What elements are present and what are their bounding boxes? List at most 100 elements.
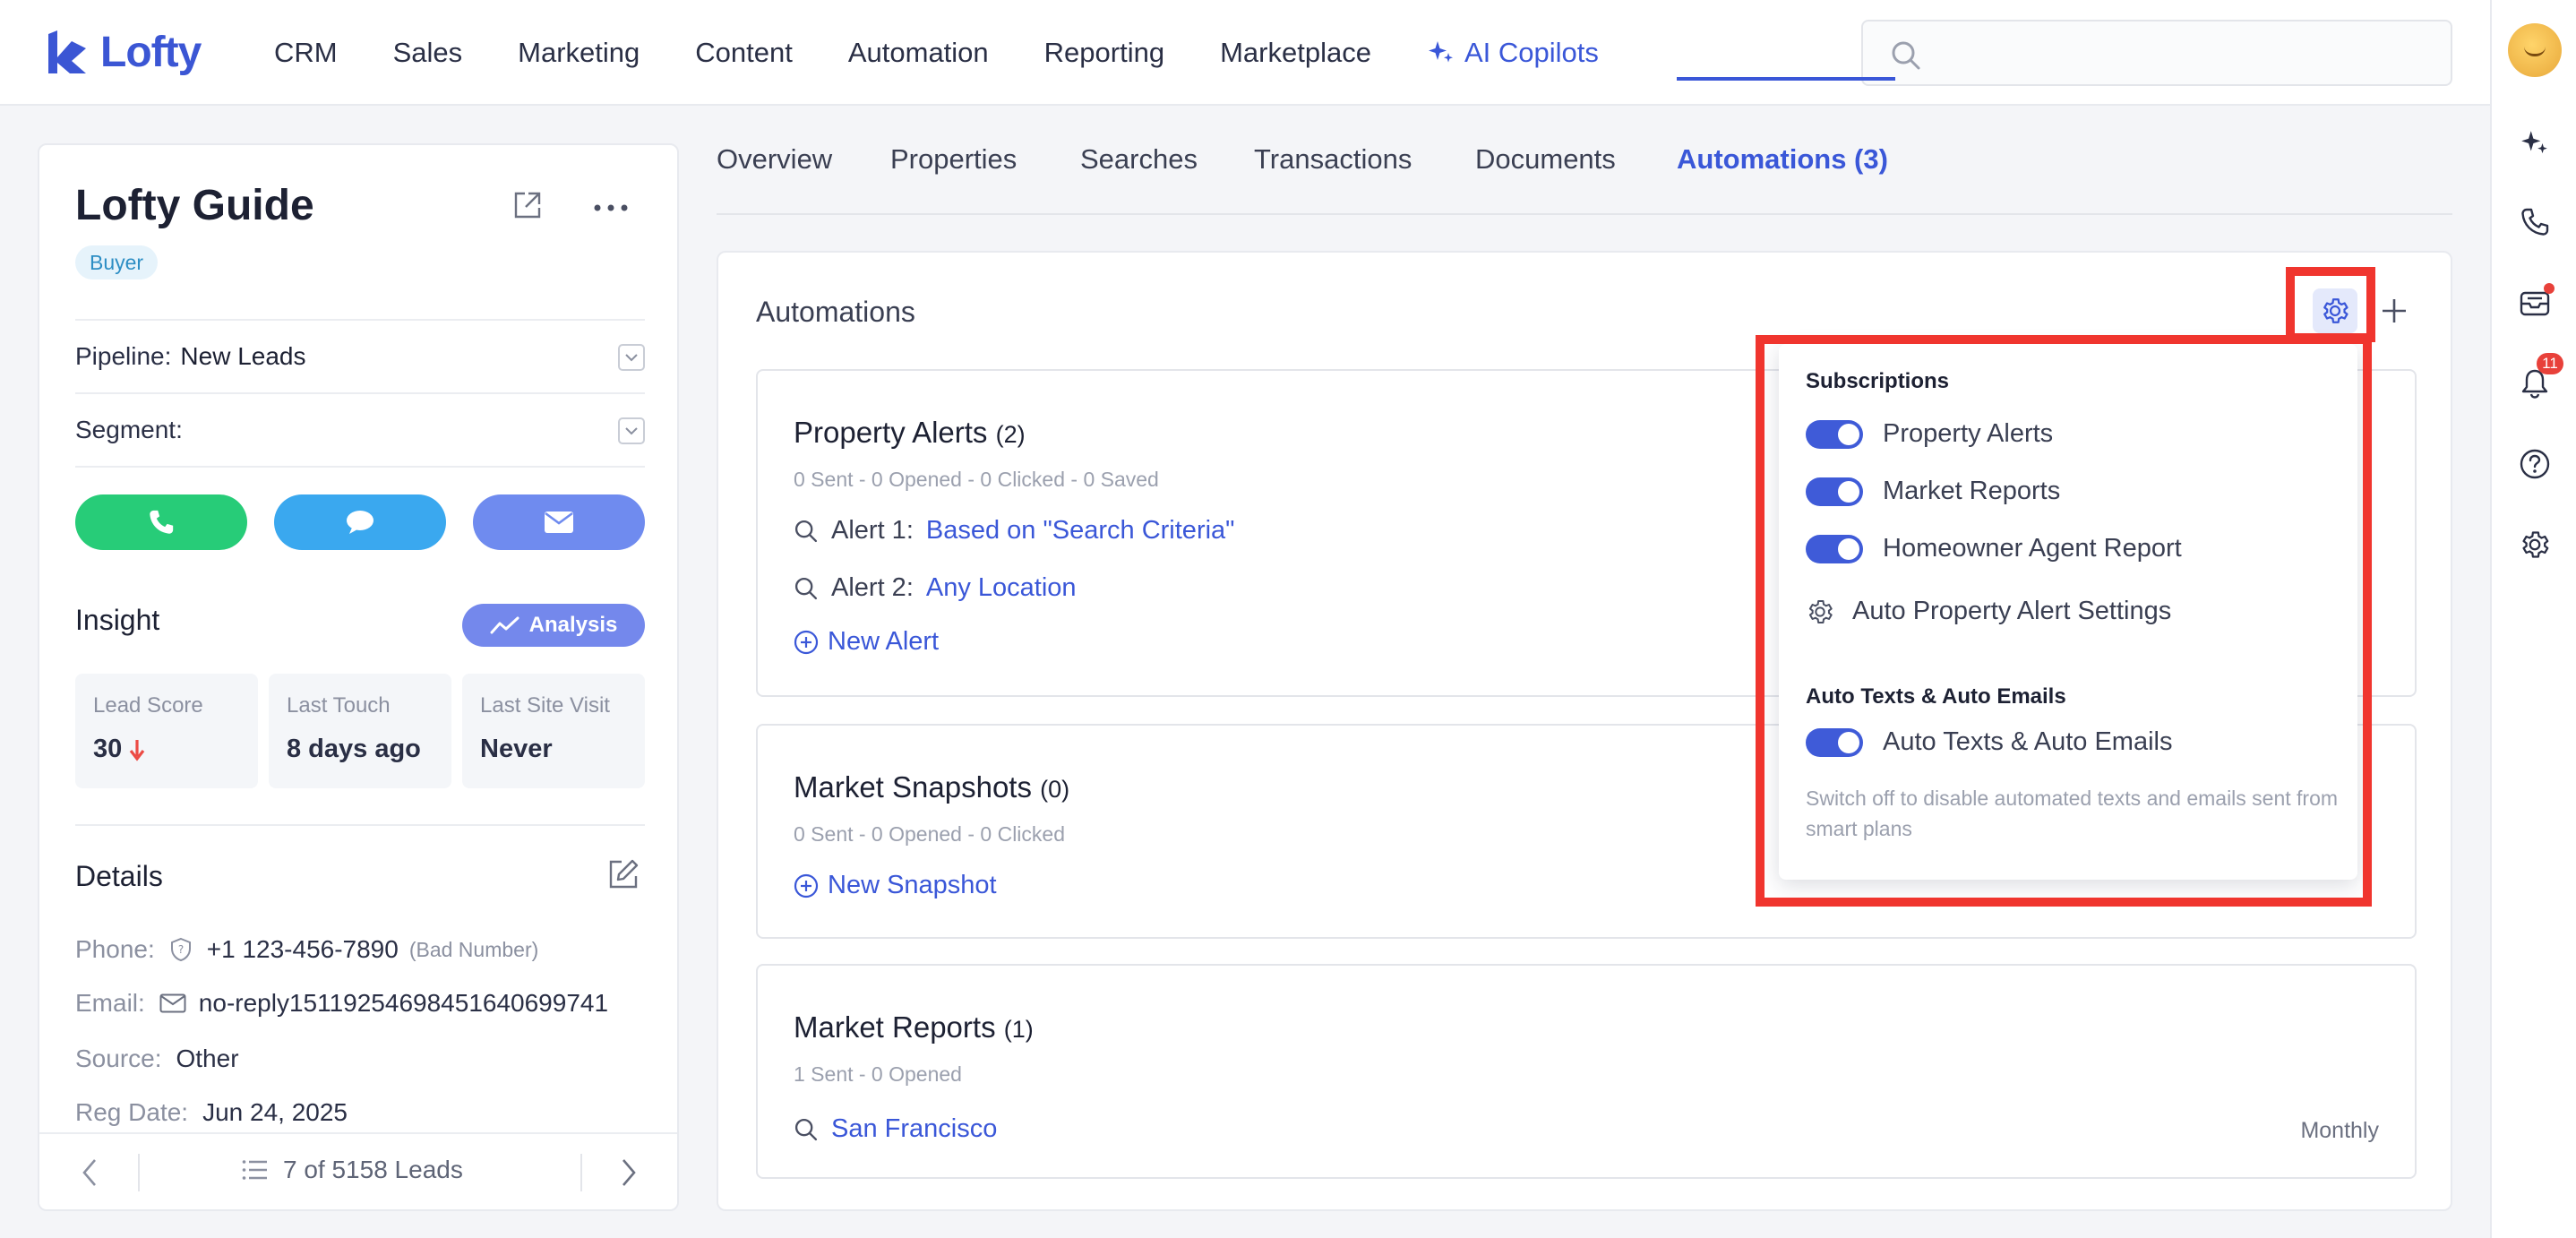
edit-details-button[interactable] [607, 858, 640, 895]
homeowner-agent-report-toggle[interactable] [1806, 534, 1863, 563]
subscriptions-heading: Subscriptions [1806, 369, 1950, 393]
share-button[interactable] [512, 190, 543, 225]
ai-sparkle-button[interactable] [2517, 125, 2553, 161]
market-report-row[interactable]: San Francisco [794, 1114, 997, 1144]
toggle-label: Auto Texts & Auto Emails [1883, 727, 2173, 756]
pipeline-select[interactable]: Pipeline: New Leads [75, 321, 645, 392]
divider [75, 824, 645, 826]
new-snapshot-button[interactable]: New Snapshot [794, 871, 997, 900]
toggle-label: Homeowner Agent Report [1883, 534, 2182, 563]
chevron-down-icon [618, 344, 645, 371]
search-icon [794, 1118, 818, 1140]
alert-row[interactable]: Alert 1: Based on "Search Criteria" [794, 516, 1234, 546]
gear-icon [2522, 531, 2549, 558]
phone-rail-button[interactable] [2517, 204, 2553, 240]
alert-row[interactable]: Alert 2: Any Location [794, 573, 1077, 603]
tab-overview[interactable]: Overview [717, 143, 832, 176]
card-count: (0) [1040, 776, 1070, 803]
automation-settings-dropdown: Subscriptions Property Alerts Market Rep… [1779, 344, 2357, 880]
plus-circle-icon [794, 873, 819, 898]
global-search-input[interactable] [1861, 20, 2452, 86]
nav-reporting[interactable]: Reporting [1044, 32, 1164, 73]
auto-texts-emails-toggle[interactable] [1806, 727, 1863, 757]
new-snapshot-label: New Snapshot [828, 871, 997, 899]
nav-crm[interactable]: CRM [274, 32, 338, 73]
lead-pager: 7 of 5158 Leads [39, 1132, 677, 1209]
reg-date-value: Jun 24, 2025 [202, 1098, 348, 1126]
stat-value: 30 [93, 735, 240, 764]
market-reports-toggle[interactable] [1806, 477, 1863, 506]
text-message-button[interactable] [274, 494, 446, 550]
search-icon [794, 577, 818, 599]
settings-label: Auto Property Alert Settings [1852, 597, 2172, 625]
lead-score-stat: Lead Score 30 [75, 674, 258, 788]
alert-location-link[interactable]: Any Location [926, 573, 1077, 603]
nav-sales[interactable]: Sales [393, 32, 463, 73]
alert-criteria-link[interactable]: Based on "Search Criteria" [926, 516, 1235, 546]
previous-lead-button[interactable] [81, 1157, 99, 1192]
settings-rail-button[interactable] [2517, 527, 2553, 563]
chat-bubble-icon [347, 511, 374, 534]
new-alert-button[interactable]: New Alert [794, 627, 939, 657]
phone-label: Phone: [75, 935, 155, 963]
email-value[interactable]: no-reply15119254698451640699741 [199, 989, 608, 1018]
auto-property-alert-settings-item[interactable]: Auto Property Alert Settings [1806, 597, 2171, 626]
market-report-location-link[interactable]: San Francisco [831, 1114, 997, 1144]
email-button[interactable] [473, 494, 645, 550]
arrow-down-icon [130, 739, 145, 761]
lofty-logo-icon [48, 30, 86, 73]
nav-ai-copilots[interactable]: AI Copilots [1427, 32, 1599, 73]
more-options-button[interactable] [593, 201, 629, 217]
email-detail: Email: no-reply15119254698451640699741 [75, 989, 648, 1018]
toggle-label: Property Alerts [1883, 419, 2054, 448]
divider [138, 1154, 140, 1191]
auto-texts-emails-help: Switch off to disable automated texts an… [1806, 787, 2339, 840]
alert-label: Alert 2: [831, 573, 914, 602]
nav-marketplace[interactable]: Marketplace [1220, 32, 1371, 73]
nav-marketing[interactable]: Marketing [518, 32, 640, 73]
tab-transactions[interactable]: Transactions [1254, 143, 1412, 176]
help-rail-button[interactable] [2517, 446, 2553, 482]
homeowner-agent-report-toggle-row[interactable]: Homeowner Agent Report [1806, 534, 2182, 563]
card-title: Market Snapshots [794, 770, 1032, 804]
gear-icon [1808, 599, 1833, 623]
stat-value: Never [480, 735, 553, 763]
phone-value[interactable]: +1 123-456-7890 [207, 935, 399, 964]
lofty-logo[interactable]: Lofty [45, 27, 202, 77]
market-reports-toggle-row[interactable]: Market Reports [1806, 477, 2060, 506]
call-button[interactable] [75, 494, 247, 550]
insight-title: Insight [75, 604, 160, 636]
source-label: Source: [75, 1045, 162, 1072]
nav-automation[interactable]: Automation [848, 32, 989, 73]
chevron-right-icon [623, 1159, 636, 1186]
notifications-rail-button[interactable]: 11 [2517, 353, 2563, 401]
stat-label: Lead Score [93, 693, 203, 718]
analysis-button[interactable]: Analysis [462, 604, 645, 647]
tab-searches[interactable]: Searches [1080, 143, 1198, 176]
analysis-label: Analysis [528, 613, 618, 637]
tab-documents[interactable]: Documents [1475, 143, 1616, 176]
inbox-rail-button[interactable] [2517, 283, 2555, 321]
user-avatar[interactable] [2508, 23, 2562, 77]
tab-automations[interactable]: Automations (3) [1677, 143, 1888, 176]
card-title: Market Reports [794, 1010, 996, 1044]
tab-properties[interactable]: Properties [890, 143, 1017, 176]
segment-select[interactable]: Segment: [75, 394, 645, 466]
automation-settings-button[interactable] [2313, 288, 2357, 333]
stat-value: 8 days ago [287, 735, 421, 763]
property-alerts-toggle[interactable] [1806, 419, 1863, 449]
add-automation-button[interactable] [2374, 290, 2415, 331]
trend-line-icon [490, 616, 519, 634]
nav-content[interactable]: Content [695, 32, 793, 73]
property-alerts-toggle-row[interactable]: Property Alerts [1806, 419, 2053, 449]
lead-type-tag: Buyer [75, 245, 159, 279]
lead-position-text: 7 of 5158 Leads [283, 1156, 463, 1183]
next-lead-button[interactable] [620, 1157, 638, 1192]
auto-texts-emails-heading: Auto Texts & Auto Emails [1806, 684, 2066, 709]
lead-position[interactable]: 7 of 5158 Leads [242, 1156, 463, 1184]
lead-score-value: 30 [93, 735, 123, 763]
lead-name: Lofty Guide [75, 182, 314, 229]
shield-icon: ? [170, 937, 191, 962]
auto-texts-emails-toggle-row[interactable]: Auto Texts & Auto Emails [1806, 727, 2172, 757]
source-detail: Source: Other [75, 1045, 648, 1073]
